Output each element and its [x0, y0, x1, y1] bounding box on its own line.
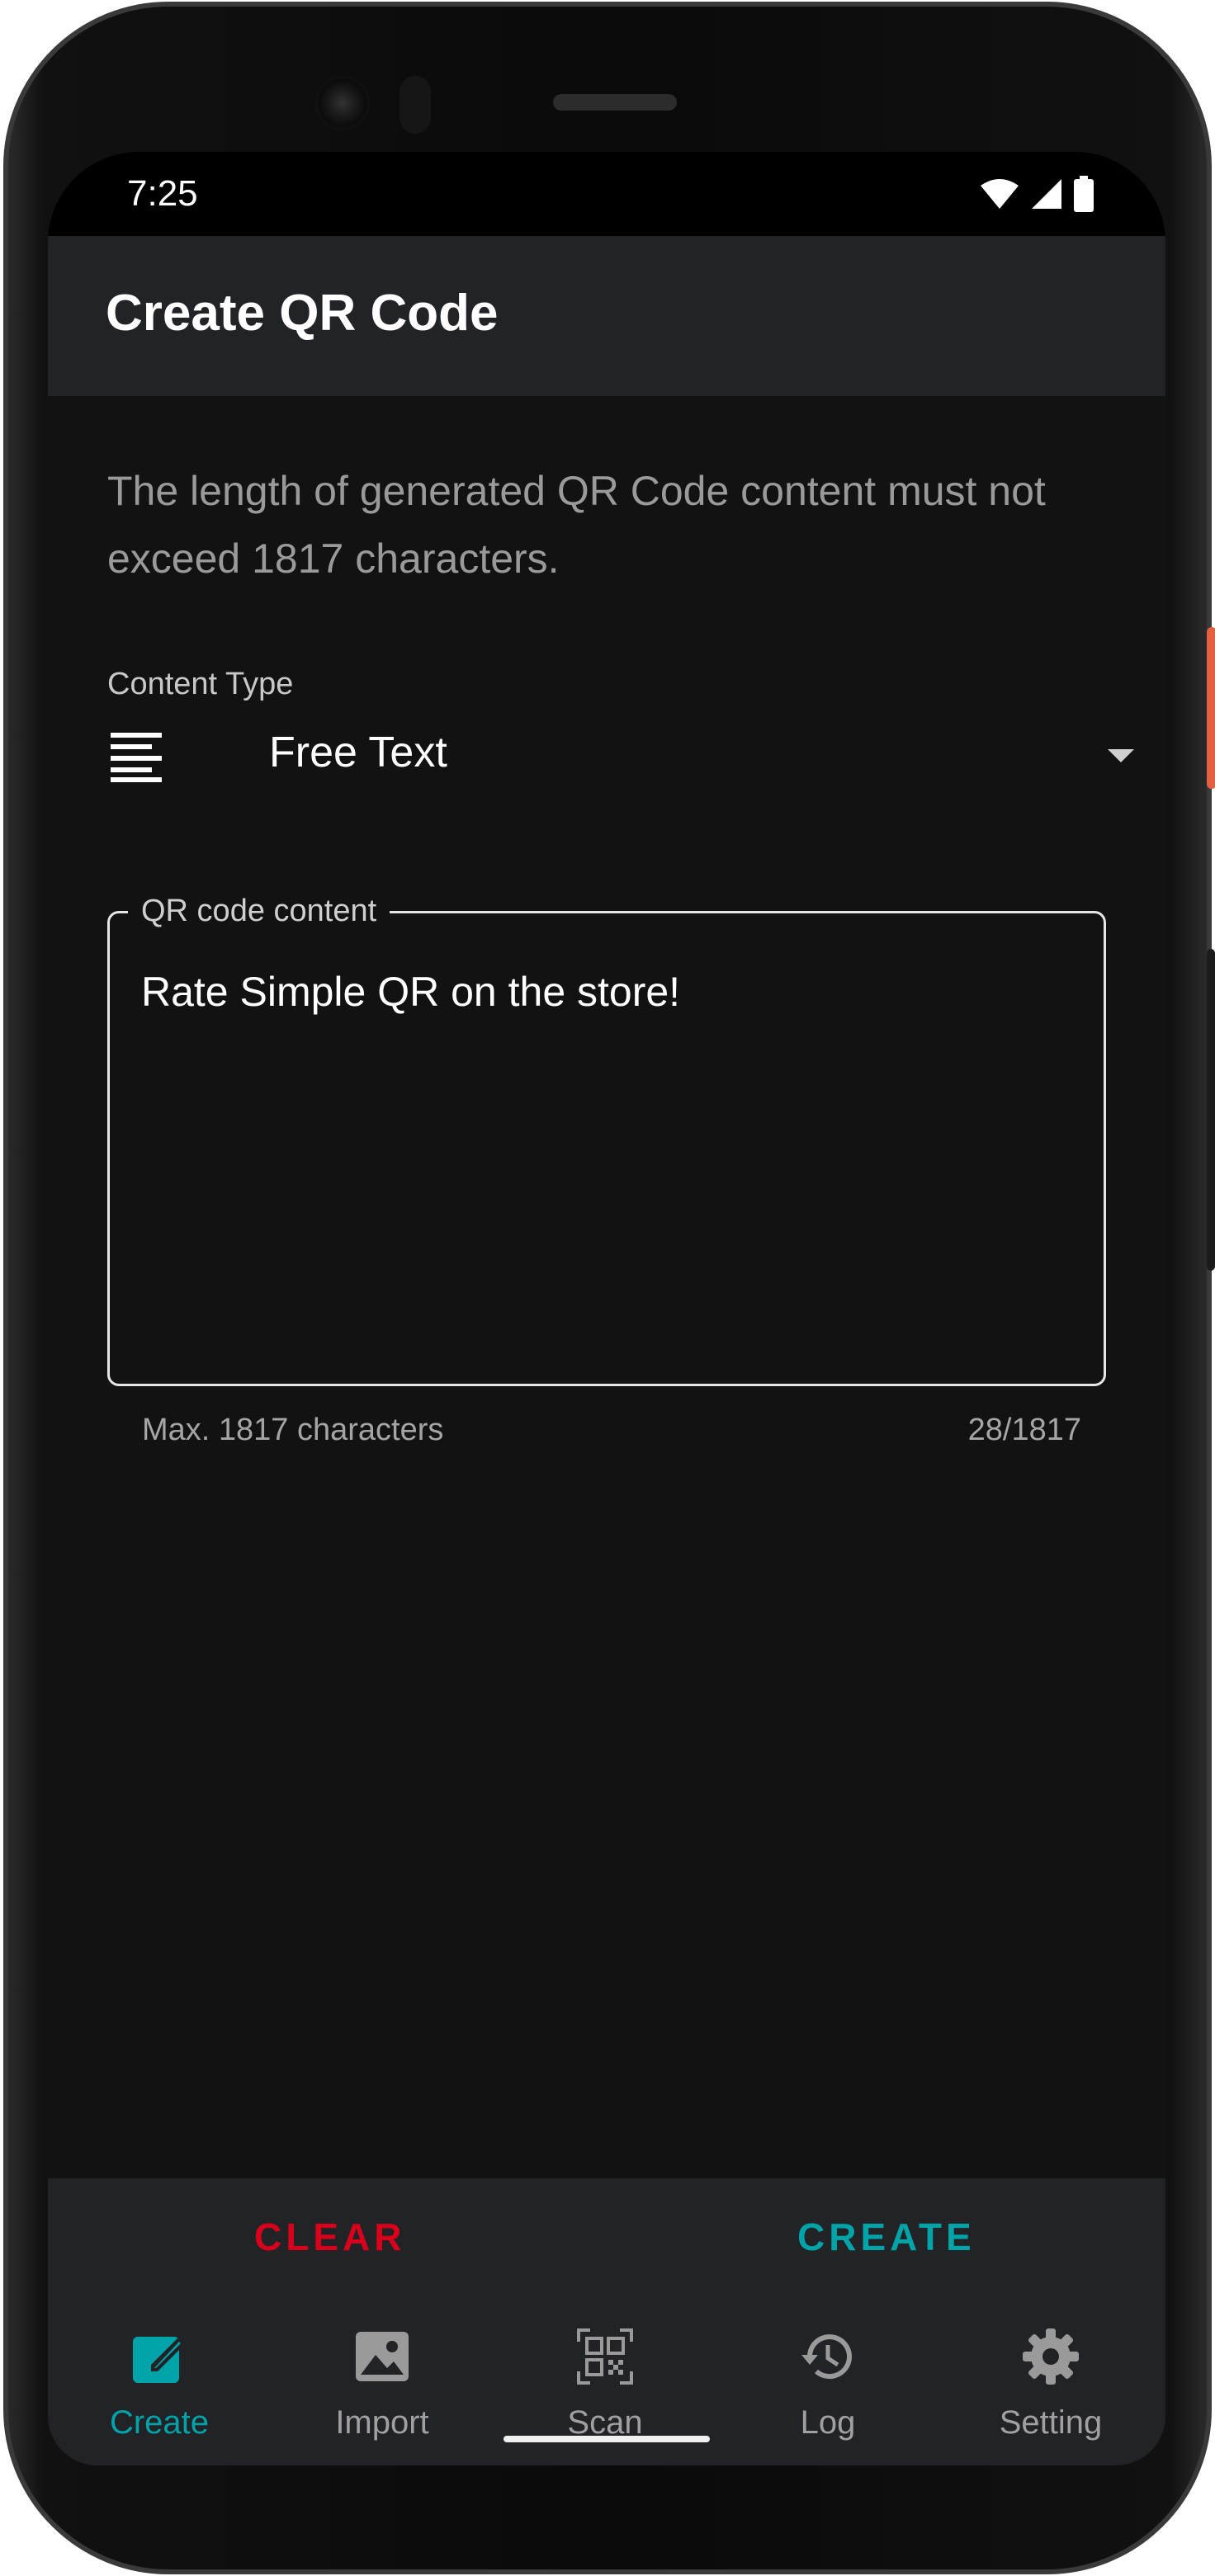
screen: 7:25 Create QR Code The length of genera…: [48, 152, 1165, 2465]
content-type-value: Free Text: [269, 729, 447, 776]
history-icon: [801, 2334, 852, 2380]
gear-icon: [1023, 2328, 1079, 2385]
nav-label-import: Import: [335, 2404, 429, 2441]
nav-item-log[interactable]: Log: [716, 2324, 939, 2447]
earpiece-speaker: [553, 94, 677, 111]
character-counter: 28/1817: [967, 1413, 1081, 1447]
qr-content-input[interactable]: Rate Simple QR on the store!: [141, 968, 680, 1016]
nav-item-import[interactable]: Import: [271, 2324, 494, 2447]
max-characters-helper: Max. 1817 characters: [142, 1413, 444, 1447]
nav-item-create[interactable]: Create: [48, 2324, 271, 2447]
cell-signal-icon: [1032, 179, 1061, 209]
text-lines-icon: [111, 733, 162, 782]
qr-scan-icon: [577, 2328, 633, 2385]
volume-button: [1207, 949, 1215, 1271]
nav-label-create: Create: [109, 2404, 210, 2441]
bottom-navigation: Create Import Scan Log Setting: [48, 2307, 1165, 2465]
nav-item-scan[interactable]: Scan: [494, 2324, 716, 2447]
wifi-icon: [981, 179, 1019, 209]
content-type-dropdown[interactable]: Free Text: [107, 713, 1156, 804]
edit-icon: [133, 2337, 184, 2383]
status-icons: [979, 173, 1094, 215]
app-bar: Create QR Code: [48, 236, 1165, 396]
qr-content-label: QR code content: [128, 890, 390, 932]
clear-button[interactable]: CLEAR: [254, 2215, 405, 2259]
battery-icon: [1074, 176, 1094, 212]
image-icon: [356, 2332, 409, 2381]
power-button: [1207, 627, 1215, 789]
create-button[interactable]: CREATE: [797, 2215, 976, 2259]
front-camera: [315, 76, 370, 130]
status-bar: 7:25: [48, 152, 1165, 236]
nav-label-log: Log: [800, 2404, 856, 2441]
status-time: 7:25: [127, 173, 198, 214]
content-type-label: Content Type: [107, 667, 294, 701]
dropdown-arrow-icon: [1108, 749, 1134, 762]
action-bar: CLEAR CREATE: [48, 2178, 1165, 2307]
proximity-sensor: [399, 76, 431, 134]
home-indicator[interactable]: [503, 2436, 710, 2442]
nav-label-setting: Setting: [999, 2404, 1103, 2441]
nav-item-setting[interactable]: Setting: [939, 2324, 1162, 2447]
page-title: Create QR Code: [106, 285, 499, 342]
length-notice: The length of generated QR Code content …: [107, 468, 1046, 582]
qr-content-field[interactable]: QR code content Rate Simple QR on the st…: [107, 890, 1106, 1386]
